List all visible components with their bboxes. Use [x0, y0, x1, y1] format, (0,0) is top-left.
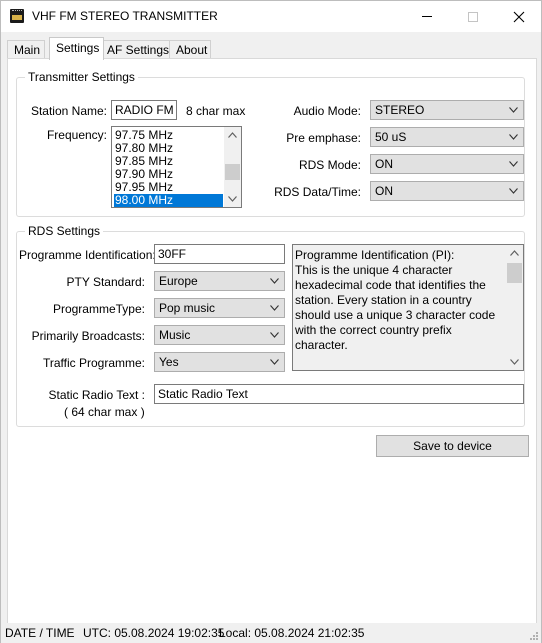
- title-bar[interactable]: VHF FM STEREO TRANSMITTER: [1, 1, 541, 32]
- rds-mode-value: ON: [375, 157, 393, 171]
- minimize-button[interactable]: [404, 1, 450, 32]
- chevron-down-icon: [509, 161, 518, 167]
- scroll-up-icon[interactable]: [228, 132, 237, 138]
- audio-mode-label: Audio Mode:: [293, 104, 361, 118]
- main-window: VHF FM STEREO TRANSMITTER Main AF Settin…: [0, 0, 542, 643]
- tab-settings[interactable]: Settings: [49, 37, 104, 60]
- settings-panel: Transmitter Settings Station Name: RADIO…: [7, 58, 537, 625]
- static-text-hint: ( 64 char max ): [64, 405, 145, 419]
- chevron-down-icon: [270, 332, 279, 338]
- traffic-programme-select[interactable]: Yes: [154, 352, 285, 372]
- chevron-down-icon: [509, 107, 518, 113]
- save-button[interactable]: Save to device: [376, 435, 529, 457]
- primarily-broadcasts-value: Music: [159, 328, 191, 342]
- close-button[interactable]: [496, 1, 542, 32]
- transmitter-settings-group: Transmitter Settings Station Name: RADIO…: [16, 70, 525, 217]
- help-text: Programme Identification (PI): This is t…: [295, 248, 496, 370]
- tab-main[interactable]: Main: [7, 40, 45, 59]
- frequency-label: Frequency:: [46, 128, 107, 142]
- scroll-down-icon[interactable]: [228, 196, 237, 202]
- window-title: VHF FM STEREO TRANSMITTER: [32, 9, 218, 23]
- resize-grip-icon[interactable]: [529, 631, 539, 641]
- chevron-down-icon: [509, 188, 518, 194]
- pi-label: Programme Identification:: [19, 248, 156, 262]
- programme-type-value: Pop music: [159, 301, 216, 315]
- primarily-broadcasts-select[interactable]: Music: [154, 325, 285, 345]
- status-label: DATE / TIME: [5, 626, 75, 640]
- rds-datetime-value: ON: [375, 184, 393, 198]
- status-bar: DATE / TIME UTC: 05.08.2024 19:02:35 Loc…: [1, 623, 541, 643]
- chevron-down-icon: [509, 134, 518, 140]
- programme-type-label: ProgrammeType:: [52, 302, 145, 316]
- frequency-scrollbar[interactable]: [224, 127, 241, 207]
- pre-emphase-value: 50 uS: [375, 130, 407, 144]
- frequency-listbox[interactable]: 97.75 MHz 97.80 MHz 97.85 MHz 97.90 MHz …: [111, 126, 242, 208]
- station-name-input[interactable]: RADIO FM: [111, 100, 177, 120]
- scroll-down-icon[interactable]: [510, 359, 519, 365]
- rds-mode-select[interactable]: ON: [370, 154, 524, 174]
- chevron-down-icon: [270, 278, 279, 284]
- maximize-icon: [468, 11, 478, 22]
- pty-standard-label: PTY Standard:: [66, 275, 146, 289]
- audio-mode-value: STEREO: [375, 103, 425, 117]
- frequency-scroll-thumb[interactable]: [225, 164, 240, 180]
- rds-datetime-select[interactable]: ON: [370, 181, 524, 201]
- pre-emphase-select[interactable]: 50 uS: [370, 127, 524, 147]
- tab-af-settings[interactable]: AF Settings: [100, 40, 172, 59]
- rds-mode-label: RDS Mode:: [298, 158, 361, 172]
- transmitter-settings-title: Transmitter Settings: [25, 70, 138, 84]
- chevron-down-icon: [270, 359, 279, 365]
- static-text-input[interactable]: Static Radio Text: [154, 384, 524, 404]
- maximize-button[interactable]: [450, 1, 496, 32]
- primarily-broadcasts-label: Primarily Broadcasts:: [31, 329, 145, 343]
- pty-standard-select[interactable]: Europe: [154, 271, 285, 291]
- programme-type-select[interactable]: Pop music: [154, 298, 285, 318]
- audio-mode-select[interactable]: STEREO: [370, 100, 524, 120]
- pty-standard-value: Europe: [159, 274, 198, 288]
- station-name-label: Station Name:: [30, 104, 107, 118]
- scroll-up-icon[interactable]: [510, 250, 519, 256]
- tab-about[interactable]: About: [169, 40, 211, 59]
- radio-app-icon: [10, 9, 24, 23]
- help-scrollbar[interactable]: [506, 245, 523, 370]
- rds-settings-group: RDS Settings Programme Identification: 3…: [16, 224, 525, 427]
- station-name-hint: 8 char max: [186, 104, 246, 118]
- frequency-option-selected[interactable]: 98.00 MHz: [114, 194, 223, 207]
- traffic-programme-value: Yes: [159, 355, 179, 369]
- pre-emphase-label: Pre emphase:: [286, 131, 361, 145]
- traffic-programme-label: Traffic Programme:: [42, 356, 145, 370]
- rds-datetime-label: RDS Data/Time:: [274, 185, 361, 199]
- utc-time: UTC: 05.08.2024 19:02:35: [83, 626, 225, 640]
- help-textbox[interactable]: Programme Identification (PI): This is t…: [292, 244, 524, 371]
- pi-input[interactable]: 30FF: [154, 244, 285, 264]
- close-icon: [513, 11, 525, 22]
- minimize-icon: [422, 16, 432, 17]
- rds-settings-title: RDS Settings: [25, 224, 104, 238]
- chevron-down-icon: [270, 305, 279, 311]
- help-scroll-thumb[interactable]: [507, 263, 522, 283]
- static-text-label: Static Radio Text :: [48, 388, 146, 402]
- local-time: Local: 05.08.2024 21:02:35: [219, 626, 365, 640]
